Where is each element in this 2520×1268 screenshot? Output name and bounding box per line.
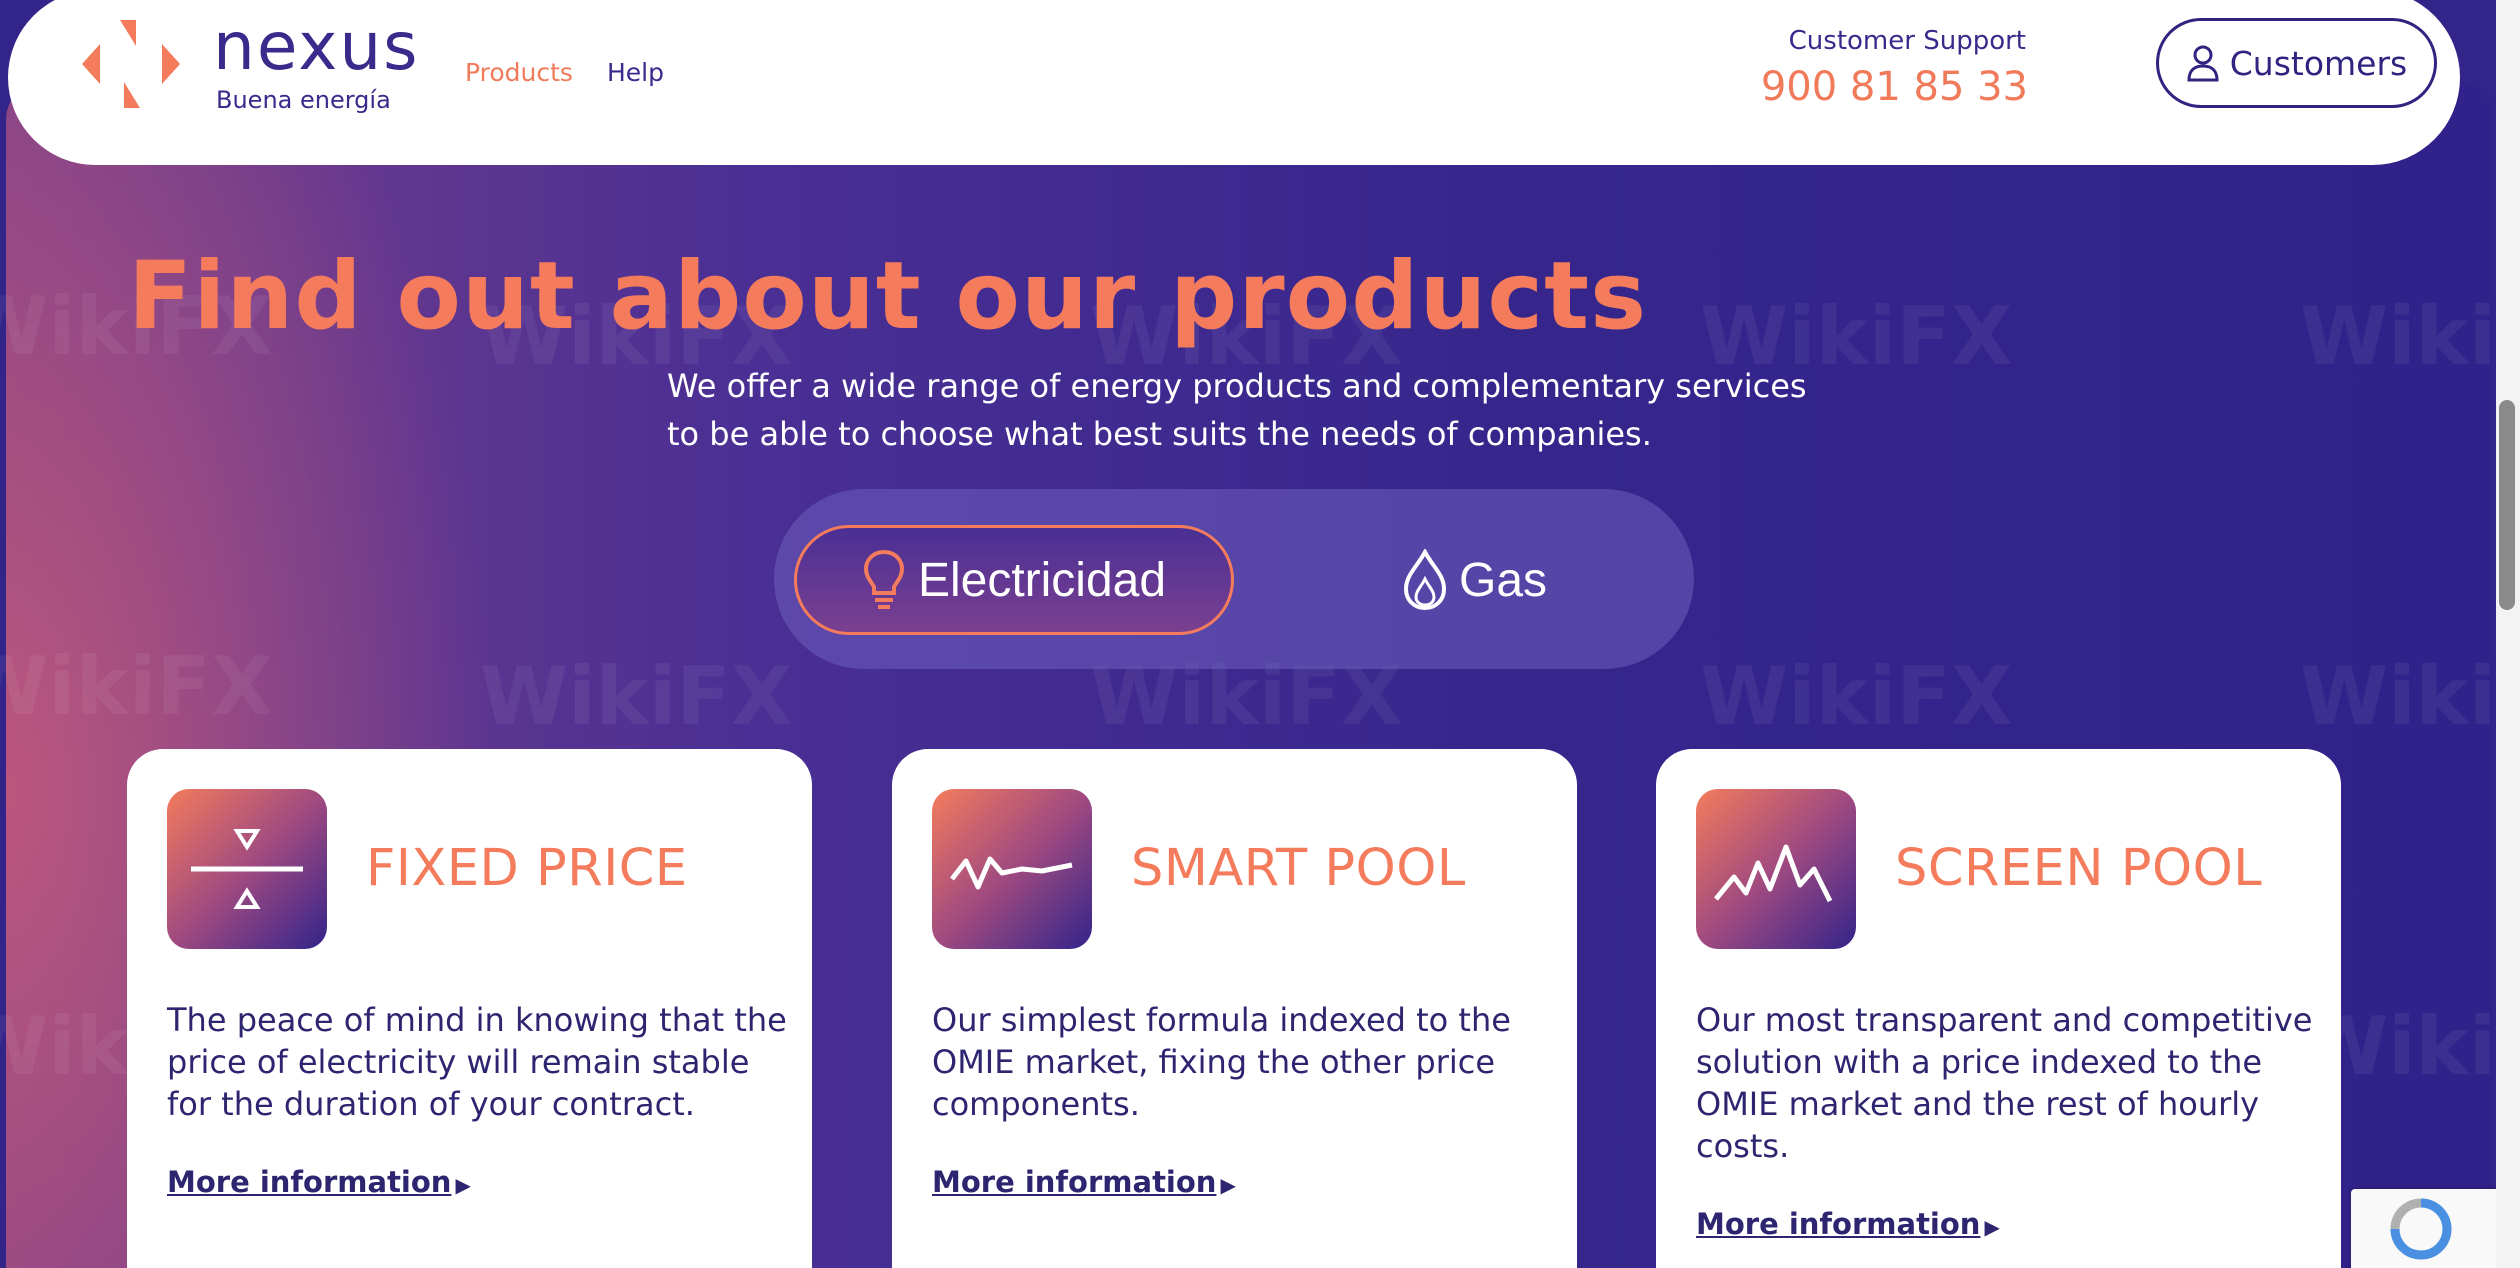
support-label: Customer Support	[1788, 26, 2026, 56]
nav-help[interactable]: Help	[607, 58, 664, 87]
scrollbar-track[interactable]	[2496, 0, 2520, 1268]
tab-electricidad-label: Electricidad	[917, 553, 1167, 607]
scrollbar-thumb[interactable]	[2499, 400, 2515, 610]
product-card-fixed-price: FIXED PRICE The peace of mind in knowing…	[127, 749, 812, 1268]
tab-gas[interactable]: Gas	[1374, 525, 1574, 635]
hero-description: We offer a wide range of energy products…	[667, 367, 1807, 453]
link-label: More information	[1696, 1207, 1981, 1241]
lightbulb-icon	[863, 549, 904, 609]
product-description: Our most transparent and competitive sol…	[1696, 1001, 2313, 1165]
tab-electricidad[interactable]: Electricidad	[794, 525, 1234, 635]
recaptcha-icon	[2390, 1198, 2452, 1260]
product-card-screen-pool: SCREEN POOL Our most transparent and com…	[1656, 749, 2341, 1268]
product-title: FIXED PRICE	[366, 839, 688, 898]
link-label: More information	[932, 1165, 1217, 1199]
user-icon	[2187, 45, 2219, 82]
more-information-link[interactable]: More information ▶	[1696, 1207, 2000, 1241]
logo-wordmark: nexus	[213, 8, 420, 85]
product-description: Our simplest formula indexed to the OMIE…	[932, 1001, 1511, 1123]
more-information-link[interactable]: More information ▶	[167, 1165, 471, 1199]
site-header: nexus Buena energía Products Help Custom…	[8, 0, 2460, 165]
pulse-line-icon	[932, 789, 1092, 949]
energy-type-toggle: Electricidad Gas	[774, 489, 1694, 669]
product-card-smart-pool: SMART POOL Our simplest formula indexed …	[892, 749, 1577, 1268]
customers-label: Customers	[2229, 43, 2408, 83]
product-description: The peace of mind in knowing that the pr…	[167, 1001, 787, 1123]
recaptcha-badge[interactable]	[2351, 1189, 2496, 1268]
support-phone[interactable]: 900 81 85 33	[1708, 64, 2028, 110]
caret-right-icon: ▶	[455, 1173, 471, 1197]
caret-right-icon: ▶	[1984, 1215, 2000, 1239]
logo-mark-icon	[82, 20, 180, 108]
link-label: More information	[167, 1165, 452, 1199]
zigzag-chart-icon	[1696, 789, 1856, 949]
page-title: Find out about our products	[128, 242, 1648, 351]
logo-link[interactable]: nexus Buena energía	[8, 0, 428, 160]
customers-button[interactable]: Customers	[2156, 18, 2437, 108]
product-title: SMART POOL	[1131, 839, 1466, 898]
fixed-price-icon	[167, 789, 327, 949]
logo-tagline: Buena energía	[216, 86, 391, 114]
caret-right-icon: ▶	[1220, 1173, 1236, 1197]
tab-gas-label: Gas	[1458, 553, 1548, 607]
more-information-link[interactable]: More information ▶	[932, 1165, 1236, 1199]
nav-products[interactable]: Products	[465, 58, 573, 87]
product-title: SCREEN POOL	[1895, 839, 2263, 898]
flame-icon	[1403, 549, 1446, 611]
